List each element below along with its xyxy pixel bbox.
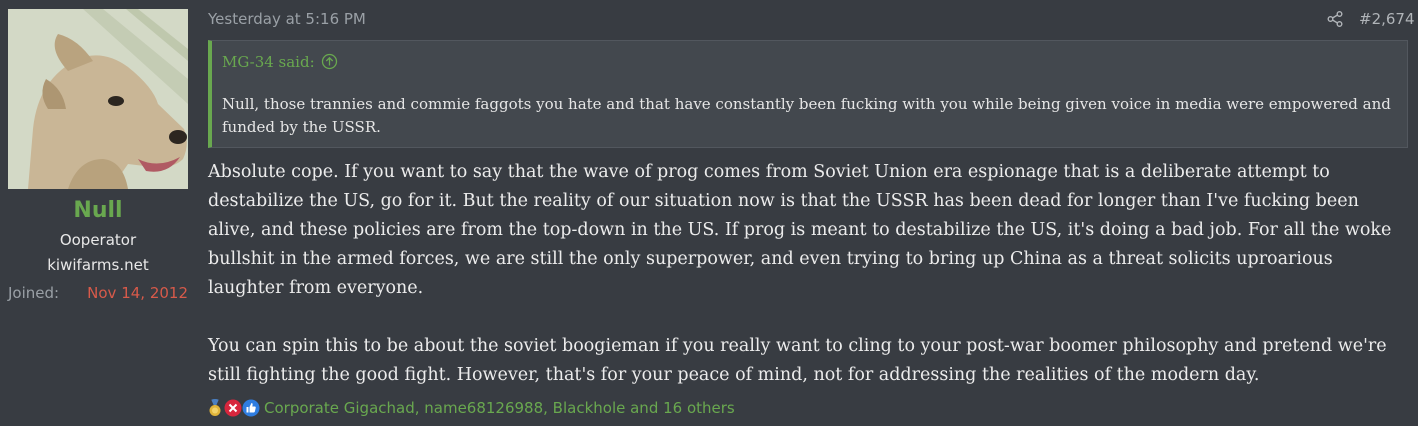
quote-block: MG-34 said: Null, those trannies and com… [208, 40, 1408, 148]
post-number[interactable]: #2,674 [1359, 10, 1415, 28]
reactions-bar[interactable]: Corporate Gigachad, name68126988, Blackh… [206, 397, 735, 419]
avatar-dog-image [8, 9, 188, 189]
arrow-up-circle-icon[interactable] [321, 53, 338, 70]
share-icon[interactable] [1326, 10, 1344, 28]
quote-author-label[interactable]: MG-34 said: [222, 53, 315, 71]
post-paragraph: You can spin this to be about the soviet… [208, 336, 1387, 385]
medal-icon[interactable] [206, 399, 224, 417]
thumbs-up-icon[interactable] [242, 399, 260, 417]
forum-post: Null Ooperator kiwifarms.net Joined: Nov… [0, 0, 1418, 426]
post-main: Yesterday at 5:16 PM #2,674 MG-34 said: … [196, 0, 1418, 426]
post-timestamp[interactable]: Yesterday at 5:16 PM [208, 10, 366, 28]
user-sidebar: Null Ooperator kiwifarms.net Joined: Nov… [0, 0, 196, 426]
x-icon[interactable] [224, 399, 242, 417]
user-title: Ooperator [59, 231, 137, 249]
post-content: Absolute cope. If you want to say that t… [208, 158, 1408, 390]
quote-text: Null, those trannies and commie faggots … [222, 95, 1391, 136]
reaction-users[interactable]: Corporate Gigachad, name68126988, Blackh… [264, 399, 735, 417]
username[interactable]: Null [0, 198, 196, 223]
avatar[interactable] [8, 9, 188, 189]
reaction-icons[interactable] [206, 399, 260, 417]
quote-author[interactable]: MG-34 said: [222, 53, 338, 71]
post-paragraph: Absolute cope. If you want to say that t… [208, 162, 1392, 298]
joined-label: Joined: [8, 284, 60, 302]
joined-date: Nov 14, 2012 [87, 284, 188, 302]
user-site: kiwifarms.net [47, 256, 149, 274]
